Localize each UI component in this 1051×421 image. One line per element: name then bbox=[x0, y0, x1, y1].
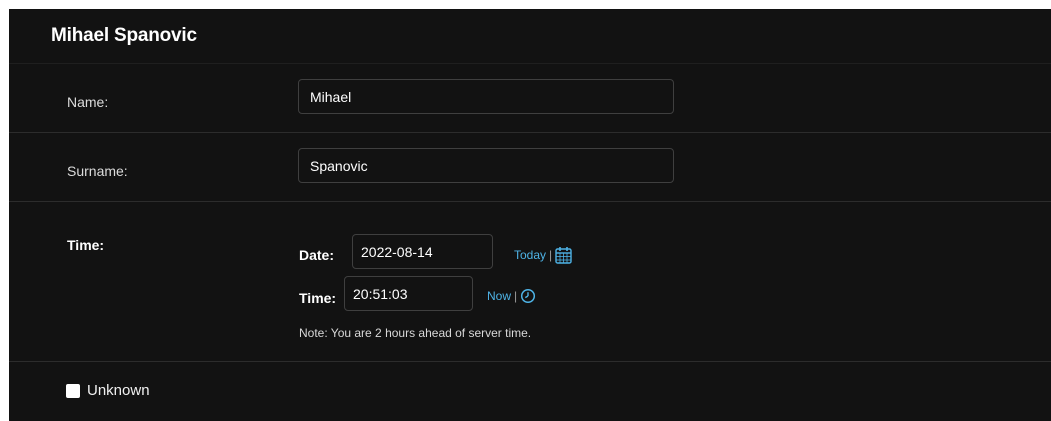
date-shortcuts: Today | bbox=[514, 246, 572, 264]
time-row: Time: Date: Today | Time: bbox=[9, 202, 1051, 362]
date-label: Date: bbox=[299, 247, 335, 263]
unknown-row: Unknown bbox=[9, 362, 1051, 421]
today-link[interactable]: Today bbox=[514, 248, 546, 262]
person-form-panel: Mihael Spanovic Name: Surname: Time: Dat… bbox=[9, 9, 1051, 421]
surname-label: Surname: bbox=[67, 163, 128, 179]
date-input[interactable] bbox=[352, 234, 493, 269]
time-label: Time: bbox=[299, 290, 337, 306]
unknown-checkbox-label[interactable]: Unknown bbox=[87, 382, 150, 399]
now-link[interactable]: Now bbox=[487, 289, 511, 303]
calendar-icon[interactable] bbox=[555, 246, 572, 264]
name-input[interactable] bbox=[298, 79, 674, 114]
name-row: Name: bbox=[9, 63, 1051, 133]
unknown-checkbox-wrapper[interactable]: Unknown bbox=[66, 382, 150, 399]
timezone-note: Note: You are 2 hours ahead of server ti… bbox=[299, 326, 532, 340]
time-shortcuts: Now | bbox=[487, 288, 536, 304]
surname-input[interactable] bbox=[298, 148, 674, 183]
date-shortcut-separator: | bbox=[549, 248, 553, 262]
name-label: Name: bbox=[67, 94, 109, 110]
surname-row: Surname: bbox=[9, 133, 1051, 202]
clock-icon[interactable] bbox=[520, 288, 536, 304]
unknown-checkbox[interactable] bbox=[66, 383, 80, 398]
form-heading: Mihael Spanovic bbox=[9, 9, 1051, 63]
time-field-label: Time: bbox=[67, 237, 105, 253]
time-input[interactable] bbox=[344, 276, 473, 311]
time-shortcut-separator: | bbox=[514, 289, 518, 303]
